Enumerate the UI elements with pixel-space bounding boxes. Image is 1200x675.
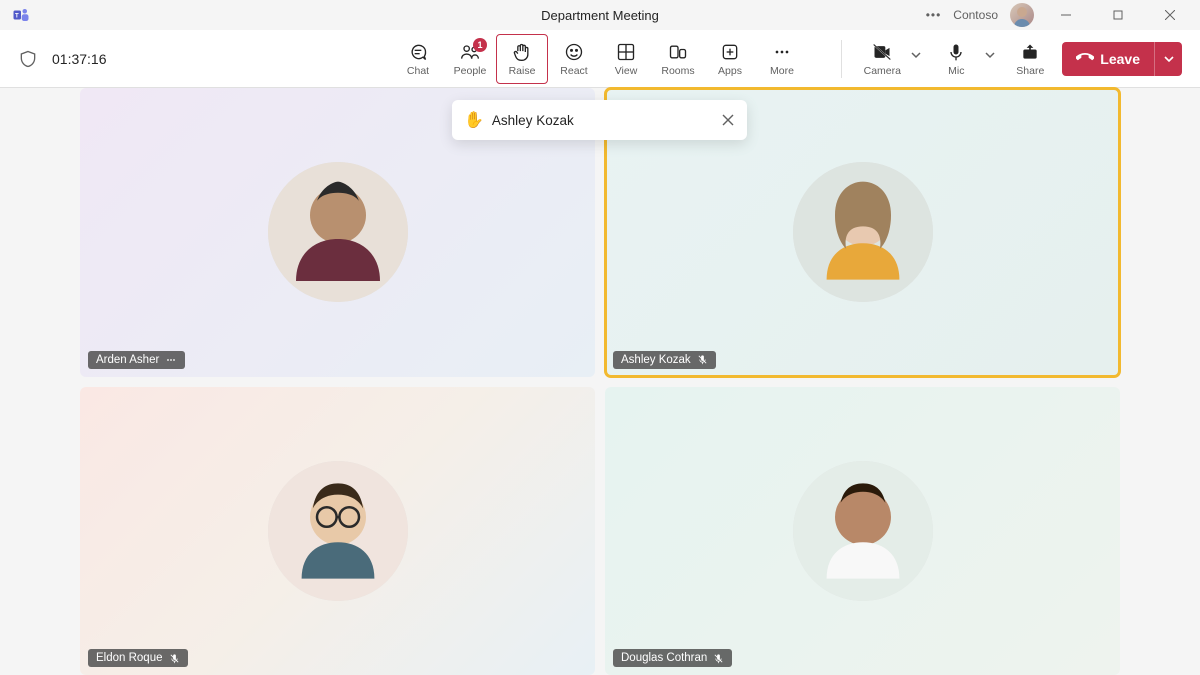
view-button[interactable]: View [600, 34, 652, 84]
raise-label: Raise [509, 65, 536, 77]
leave-chevron-button[interactable] [1154, 42, 1182, 76]
chat-label: Chat [407, 65, 429, 77]
raise-hand-icon [512, 41, 532, 63]
react-button[interactable]: React [548, 34, 600, 84]
mic-label: Mic [948, 65, 964, 77]
people-button[interactable]: 1 People [444, 34, 496, 84]
chat-button[interactable]: Chat [392, 34, 444, 84]
participant-name: Douglas Cothran [621, 652, 707, 664]
share-icon [1020, 41, 1040, 63]
more-label: More [770, 65, 794, 77]
participant-name: Ashley Kozak [621, 354, 691, 366]
view-label: View [615, 65, 638, 77]
leave-phone-icon [1076, 48, 1094, 69]
title-bar: T Department Meeting ••• Contoso [0, 0, 1200, 30]
react-icon [564, 41, 584, 63]
raise-hand-button[interactable]: Raise [496, 34, 548, 84]
apps-icon [720, 41, 740, 63]
participant-name: Eldon Roque [96, 652, 163, 664]
participant-avatar [268, 162, 408, 302]
privacy-shield-icon[interactable] [18, 49, 38, 69]
svg-text:T: T [15, 13, 19, 19]
share-button[interactable]: Share [1004, 34, 1056, 84]
more-button[interactable]: More [756, 34, 808, 84]
rooms-icon [668, 41, 688, 63]
window-maximize-button[interactable] [1098, 0, 1138, 30]
apps-button[interactable]: Apps [704, 34, 756, 84]
video-grid: Arden Asher Ashley Kozak Eldon Roque Dou… [80, 88, 1120, 675]
people-badge: 1 [473, 38, 487, 52]
toolbar-divider [841, 40, 842, 78]
window-close-button[interactable] [1150, 0, 1190, 30]
mic-icon [946, 41, 966, 63]
participant-tile[interactable]: Douglas Cothran [605, 387, 1120, 675]
participant-nameplate: Eldon Roque [88, 649, 188, 667]
rooms-button[interactable]: Rooms [652, 34, 704, 84]
participant-avatar [268, 461, 408, 601]
participant-more-icon[interactable] [165, 354, 177, 366]
muted-mic-icon [169, 653, 180, 664]
participant-tile[interactable]: Eldon Roque [80, 387, 595, 675]
rooms-label: Rooms [661, 65, 694, 77]
teams-logo-icon: T [12, 6, 30, 24]
call-timer: 01:37:16 [52, 51, 107, 67]
camera-chevron-button[interactable] [908, 30, 924, 80]
participant-avatar [793, 461, 933, 601]
react-label: React [560, 65, 587, 77]
camera-label: Camera [864, 65, 901, 77]
people-icon: 1 [459, 41, 481, 63]
toast-hand-icon: ✋ [464, 110, 484, 130]
window-minimize-button[interactable] [1046, 0, 1086, 30]
camera-button[interactable]: Camera [856, 34, 908, 84]
more-icon [772, 41, 792, 63]
meeting-toolbar: 01:37:16 Chat 1 People Raise React View [0, 30, 1200, 88]
leave-label: Leave [1100, 51, 1140, 67]
mic-chevron-button[interactable] [982, 30, 998, 80]
view-icon [616, 41, 636, 63]
participant-name: Arden Asher [96, 354, 159, 366]
muted-mic-icon [697, 354, 708, 365]
leave-button[interactable]: Leave [1062, 42, 1182, 76]
muted-mic-icon [713, 653, 724, 664]
participant-nameplate: Ashley Kozak [613, 351, 716, 369]
chat-icon [408, 41, 428, 63]
share-label: Share [1016, 65, 1044, 77]
apps-label: Apps [718, 65, 742, 77]
participant-nameplate: Arden Asher [88, 351, 185, 369]
camera-off-icon [871, 41, 893, 63]
people-label: People [454, 65, 487, 77]
participant-nameplate: Douglas Cothran [613, 649, 732, 667]
mic-button[interactable]: Mic [930, 34, 982, 84]
titlebar-more-button[interactable]: ••• [926, 8, 942, 22]
participant-avatar [793, 162, 933, 302]
meeting-title: Department Meeting [541, 8, 659, 23]
toast-close-button[interactable] [721, 113, 735, 127]
raised-hand-toast: ✋ Ashley Kozak [452, 100, 747, 140]
user-avatar[interactable] [1010, 3, 1034, 27]
toast-participant-name: Ashley Kozak [492, 113, 713, 128]
org-name: Contoso [953, 8, 998, 22]
